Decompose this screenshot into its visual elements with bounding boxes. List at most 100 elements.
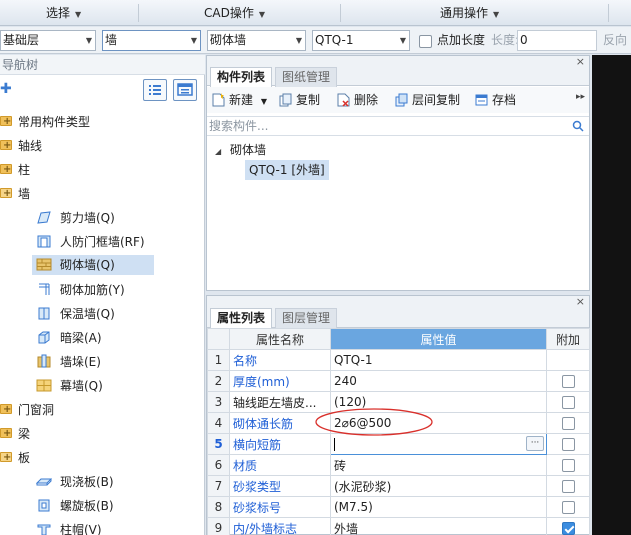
copy-between-floors-button[interactable]: 层间复制 [395,91,460,109]
chevron-down-icon: ▼ [75,10,82,19]
more-options-button[interactable]: ··· [526,436,544,451]
archive-button[interactable]: 存档 [475,91,516,109]
list-icon [149,85,161,95]
folder-icon [0,136,12,156]
extra-checkbox[interactable] [561,417,575,430]
door-frame-icon [37,235,51,248]
selection-toolbar: 基础层 ▼ 墙 ▼ 砌体墙 ▼ QTQ-1 ▼ 点加长度 长度: 0 反向 [0,27,631,54]
tree-item-insulation-wall[interactable]: 保温墙(Q) [36,304,154,324]
tree-item-slab[interactable]: 板 [0,448,200,468]
menu-common-operations[interactable]: 通用操作 ▼ [440,0,499,26]
tree-item-cast-slab[interactable]: 现浇板(B) [36,472,154,492]
more-tools-icon[interactable]: ▸▸ [576,92,585,102]
floor-copy-icon [395,93,408,107]
extra-checkbox[interactable] [561,459,575,472]
chevron-down-icon: ▼ [190,36,197,45]
wall-pier-icon [37,354,51,368]
list-view-button[interactable] [143,79,167,101]
properties-panel-tabs: 属性列表 图层管理 × [207,295,589,328]
table-row[interactable]: 9 内/外墙标志 外墙 [207,517,590,535]
type-select[interactable]: 砌体墙 ▼ [207,30,306,51]
property-value[interactable]: (M7.5) [330,496,547,518]
property-table: 属性名称 属性值 附加 1 名称 QTQ-1 2 厚度(mm) 240 3 轴线… [207,328,590,535]
close-icon[interactable]: × [576,55,585,68]
property-value[interactable]: QTQ-1 [330,349,547,371]
header-property-value: 属性值 [330,328,547,350]
table-row[interactable]: 2 厚度(mm) 240 [207,370,590,392]
property-value-editor[interactable]: ··· [330,433,547,455]
tree-item-common-types[interactable]: 常用构件类型 [0,112,200,132]
table-row-editing[interactable]: 5 横向短筋 ··· [207,433,590,455]
folder-icon [0,424,12,444]
component-toolbar: 新建 ▼ 复制 删除 层间复制 存档 ▸▸ [207,87,589,113]
tree-item-masonry-rebar[interactable]: 砌体加筋(Y) [36,280,154,300]
navigation-tree-panel: 导航树 ✚ 常用构件类型 轴线 柱 墙 [0,55,205,535]
component-tree-item-selected[interactable]: QTQ-1 [外墙] [245,160,329,180]
text-cursor [334,438,335,451]
extra-checkbox[interactable] [561,438,575,451]
extra-checkbox[interactable] [561,375,575,388]
extra-checkbox[interactable] [561,501,575,514]
extra-checkbox[interactable] [561,480,575,493]
tree-item-hidden-beam[interactable]: 暗梁(A) [36,328,154,348]
category-select[interactable]: 墙 ▼ [102,30,201,51]
property-value[interactable]: 240 [330,370,547,392]
menu-separator [138,4,139,22]
curtain-wall-icon [36,379,52,392]
tree-item-column[interactable]: 柱 [0,160,200,180]
table-row[interactable]: 7 砂浆类型 (水泥砂浆) [207,475,590,497]
property-value[interactable]: 外墙 [330,517,547,535]
drawing-canvas[interactable] [592,55,631,535]
delete-icon [337,93,350,107]
property-value[interactable]: 砖 [330,454,547,476]
floor-select[interactable]: 基础层 ▼ [0,30,96,51]
nav-title: 导航树 [0,55,205,75]
new-button[interactable]: 新建 ▼ [212,91,267,109]
tile-view-button[interactable] [173,79,197,101]
search-icon[interactable] [572,120,584,132]
tree-item-curtain-wall[interactable]: 幕墙(Q) [36,376,154,396]
delete-button[interactable]: 删除 [337,91,378,109]
new-icon [212,93,225,107]
table-row[interactable]: 8 砂浆标号 (M7.5) [207,496,590,518]
component-search[interactable]: 搜索构件... [207,116,589,136]
window-icon [177,83,193,96]
tree-item-shear-wall[interactable]: 剪力墙(Q) [36,208,154,228]
tree-item-masonry-wall[interactable]: 砌体墙(Q) [32,255,154,275]
tree-item-column-cap[interactable]: 柱帽(V) [36,520,154,535]
table-row[interactable]: 4 砌体通长筋 2⌀6@500 [207,408,590,436]
tree-item-wall[interactable]: 墙 [0,184,200,204]
tab-layer-management[interactable]: 图层管理 [275,308,338,328]
component-select[interactable]: QTQ-1 ▼ [312,30,410,51]
close-icon[interactable]: × [576,295,585,308]
menu-cad-operations[interactable]: CAD操作 ▼ [204,0,265,26]
component-tree-root[interactable]: ◢ 砌体墙 [215,140,266,160]
tree-item-beam[interactable]: 梁 [0,424,200,444]
tab-drawing-management[interactable]: 图纸管理 [275,67,338,87]
property-header-row: 属性名称 属性值 附加 [207,328,590,350]
tree-item-axis[interactable]: 轴线 [0,136,200,156]
property-value[interactable]: (水泥砂浆) [330,475,547,497]
tree-item-door-window-opening[interactable]: 门窗洞 [0,400,200,420]
point-length-checkbox[interactable] [419,35,432,48]
table-row[interactable]: 6 材质 砖 [207,454,590,476]
property-name: 名称 [229,349,331,371]
property-value-cell[interactable]: 2⌀6@500 [315,408,547,436]
tree-item-civil-defense-door-wall[interactable]: 人防门框墙(RF) [36,232,154,252]
tree-item-spiral-slab[interactable]: 螺旋板(B) [36,496,154,516]
tree-item-wall-pier[interactable]: 墙垛(E) [36,352,154,372]
add-sparkle-icon[interactable]: ✚ [0,81,12,97]
cast-slab-icon [36,478,52,486]
menu-select[interactable]: 选择 ▼ [46,0,81,26]
length-input[interactable]: 0 [517,30,597,51]
tab-component-list[interactable]: 构件列表 [210,67,273,87]
tab-property-list[interactable]: 属性列表 [210,308,273,328]
extra-checkbox-checked[interactable] [561,522,575,535]
extra-checkbox[interactable] [561,396,575,409]
folder-icon [0,160,12,180]
menu-separator [340,4,341,22]
search-input[interactable]: 搜索构件... [209,117,268,136]
table-row[interactable]: 1 名称 QTQ-1 [207,349,590,371]
copy-button[interactable]: 复制 [279,91,320,109]
point-length-label: 点加长度 [437,33,486,47]
